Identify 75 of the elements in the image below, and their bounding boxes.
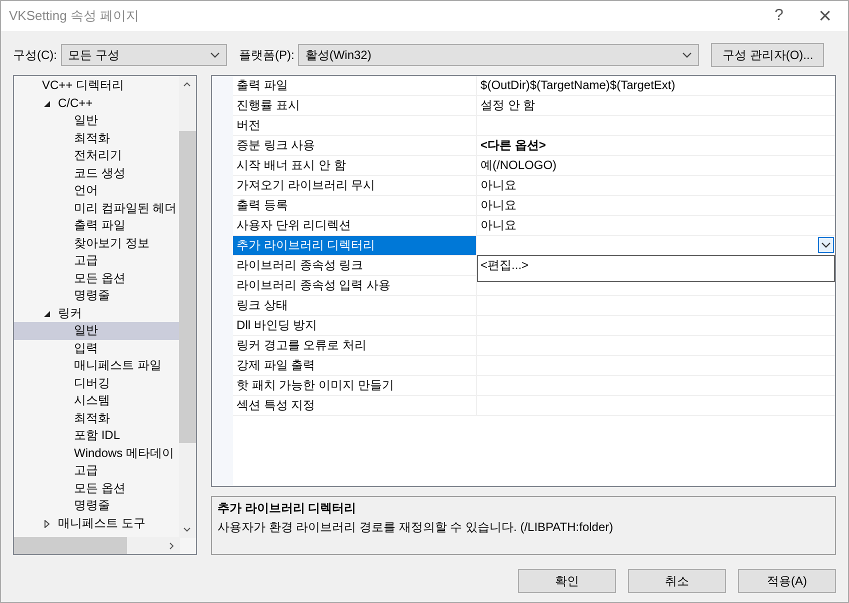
property-value: 예(/NOLOGO) bbox=[480, 158, 557, 172]
tree-item[interactable]: Windows 메타데이 bbox=[14, 444, 180, 462]
help-button[interactable]: ? bbox=[756, 7, 802, 25]
tree-item[interactable]: 명령줄 bbox=[14, 497, 180, 514]
expanded-triangle-icon[interactable] bbox=[43, 310, 51, 318]
tree-item[interactable]: 최적화 bbox=[14, 410, 180, 427]
tree-item[interactable]: 고급 bbox=[14, 462, 180, 480]
platform-dropdown[interactable]: 활성(Win32) bbox=[298, 44, 700, 66]
tree-item[interactable]: 링커 bbox=[14, 304, 180, 322]
window-title: VKSetting 속성 페이지 bbox=[9, 7, 140, 25]
dialog-button[interactable]: 적용(A) bbox=[738, 569, 836, 593]
property-name[interactable]: 강제 파일 출력 bbox=[232, 356, 477, 375]
tree-item[interactable]: VC++ 디렉터리 bbox=[14, 77, 180, 94]
tree-item[interactable]: 언어 bbox=[14, 182, 180, 200]
property-name[interactable]: Dll 바인딩 방지 bbox=[232, 316, 477, 335]
property-name[interactable]: 라이브러리 종속성 링크 bbox=[232, 256, 477, 275]
tree-item[interactable]: 미리 컴파일된 헤더 bbox=[14, 200, 180, 217]
tree-item[interactable]: C/C++ bbox=[14, 94, 180, 112]
tree-item[interactable]: 고급 bbox=[14, 252, 180, 270]
tree-item[interactable]: 최적화 bbox=[14, 130, 180, 147]
property-name[interactable]: 출력 파일 bbox=[232, 76, 477, 95]
property-name[interactable]: 시작 배너 표시 안 함 bbox=[232, 156, 477, 175]
property-value: 아니요 bbox=[480, 178, 517, 192]
property-value: 아니요 bbox=[480, 198, 517, 212]
tree-item[interactable]: 전처리기 bbox=[14, 147, 180, 164]
configuration-label: 구성(C): bbox=[13, 46, 57, 64]
property-value: 설정 안 함 bbox=[480, 98, 536, 112]
tree-item[interactable]: 포함 IDL bbox=[14, 427, 180, 444]
scroll-up-icon[interactable] bbox=[183, 82, 192, 87]
description-text: 사용자가 환경 라이브러리 경로를 재정의할 수 있습니다. (/LIBPATH:folder) bbox=[218, 519, 614, 536]
vertical-scrollbar[interactable] bbox=[178, 76, 196, 538]
property-value: $(OutDir)$(TargetName)$(TargetExt) bbox=[480, 78, 676, 92]
tree-item[interactable]: 매니페스트 도구 bbox=[14, 514, 180, 532]
scroll-right-icon[interactable] bbox=[169, 542, 174, 550]
property-name[interactable]: 버전 bbox=[232, 116, 477, 135]
property-name[interactable]: 링커 경고를 오류로 처리 bbox=[232, 336, 477, 355]
property-name[interactable]: 핫 패치 가능한 이미지 만들기 bbox=[232, 376, 477, 395]
property-name[interactable]: 섹션 특성 지정 bbox=[232, 396, 477, 415]
property-name[interactable]: 라이브러리 종속성 입력 사용 bbox=[232, 276, 477, 295]
dialog-button[interactable]: 확인 bbox=[518, 569, 616, 593]
scroll-down-icon[interactable] bbox=[183, 527, 192, 532]
collapsed-triangle-icon[interactable] bbox=[43, 520, 51, 528]
chevron-down-icon bbox=[682, 52, 692, 58]
tree-item[interactable]: 디버깅 bbox=[14, 374, 180, 392]
configuration-manager-button[interactable]: 구성 관리자(O)... bbox=[711, 43, 824, 67]
horizontal-scrollbar[interactable] bbox=[14, 537, 180, 554]
configuration-dropdown[interactable]: 모든 구성 bbox=[61, 44, 227, 66]
property-name[interactable]: 증분 링크 사용 bbox=[232, 136, 477, 155]
property-name[interactable]: 출력 등록 bbox=[232, 196, 477, 215]
tree-item[interactable]: 모든 옵션 bbox=[14, 480, 180, 497]
platform-label: 플랫폼(P): bbox=[239, 46, 294, 64]
tree-item[interactable]: 일반 bbox=[14, 112, 180, 130]
property-name[interactable]: 링크 상태 bbox=[232, 296, 477, 315]
tree-item[interactable]: 명령줄 bbox=[14, 287, 180, 304]
description-title: 추가 라이브러리 디렉터리 bbox=[218, 500, 358, 517]
tree-item[interactable]: 매니페스트 파일 bbox=[14, 357, 180, 374]
property-name[interactable]: 진행률 표시 bbox=[232, 96, 477, 115]
property-name[interactable]: 추가 라이브러리 디렉터리 bbox=[232, 236, 477, 255]
dialog-button[interactable]: 취소 bbox=[628, 569, 726, 593]
dropdown-option[interactable]: <편집...> bbox=[478, 256, 834, 274]
property-value: <다른 옵션> bbox=[480, 138, 546, 152]
tree-item[interactable]: 모든 옵션 bbox=[14, 270, 180, 287]
dropdown-button-icon[interactable] bbox=[818, 237, 834, 253]
property-name[interactable]: 가져오기 라이브러리 무시 bbox=[232, 176, 477, 195]
chevron-down-icon bbox=[210, 52, 220, 58]
tree-item[interactable]: 일반 bbox=[14, 322, 180, 340]
property-value: 아니요 bbox=[480, 218, 517, 232]
tree-item[interactable]: 찾아보기 정보 bbox=[14, 234, 180, 252]
expanded-triangle-icon[interactable] bbox=[43, 100, 51, 108]
tree-item[interactable]: 출력 파일 bbox=[14, 217, 180, 234]
property-name[interactable]: 사용자 단위 리디렉션 bbox=[232, 216, 477, 235]
close-button[interactable]: × bbox=[802, 3, 848, 29]
tree-item[interactable]: 입력 bbox=[14, 340, 180, 357]
tree-item[interactable]: 시스템 bbox=[14, 392, 180, 410]
tree-item[interactable]: 코드 생성 bbox=[14, 164, 180, 182]
